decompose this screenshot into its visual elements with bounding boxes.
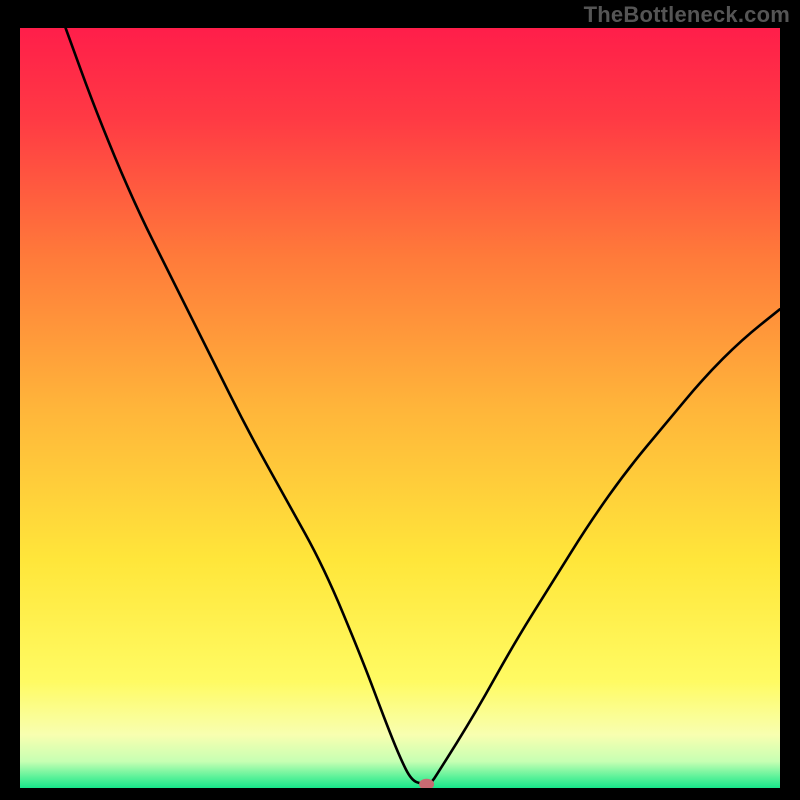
chart-frame: TheBottleneck.com: [0, 0, 800, 800]
gradient-background: [20, 28, 780, 788]
bottleneck-chart: [20, 28, 780, 788]
optimal-point-marker: [420, 779, 434, 788]
plot-area: [20, 28, 780, 788]
watermark-text: TheBottleneck.com: [584, 2, 790, 28]
